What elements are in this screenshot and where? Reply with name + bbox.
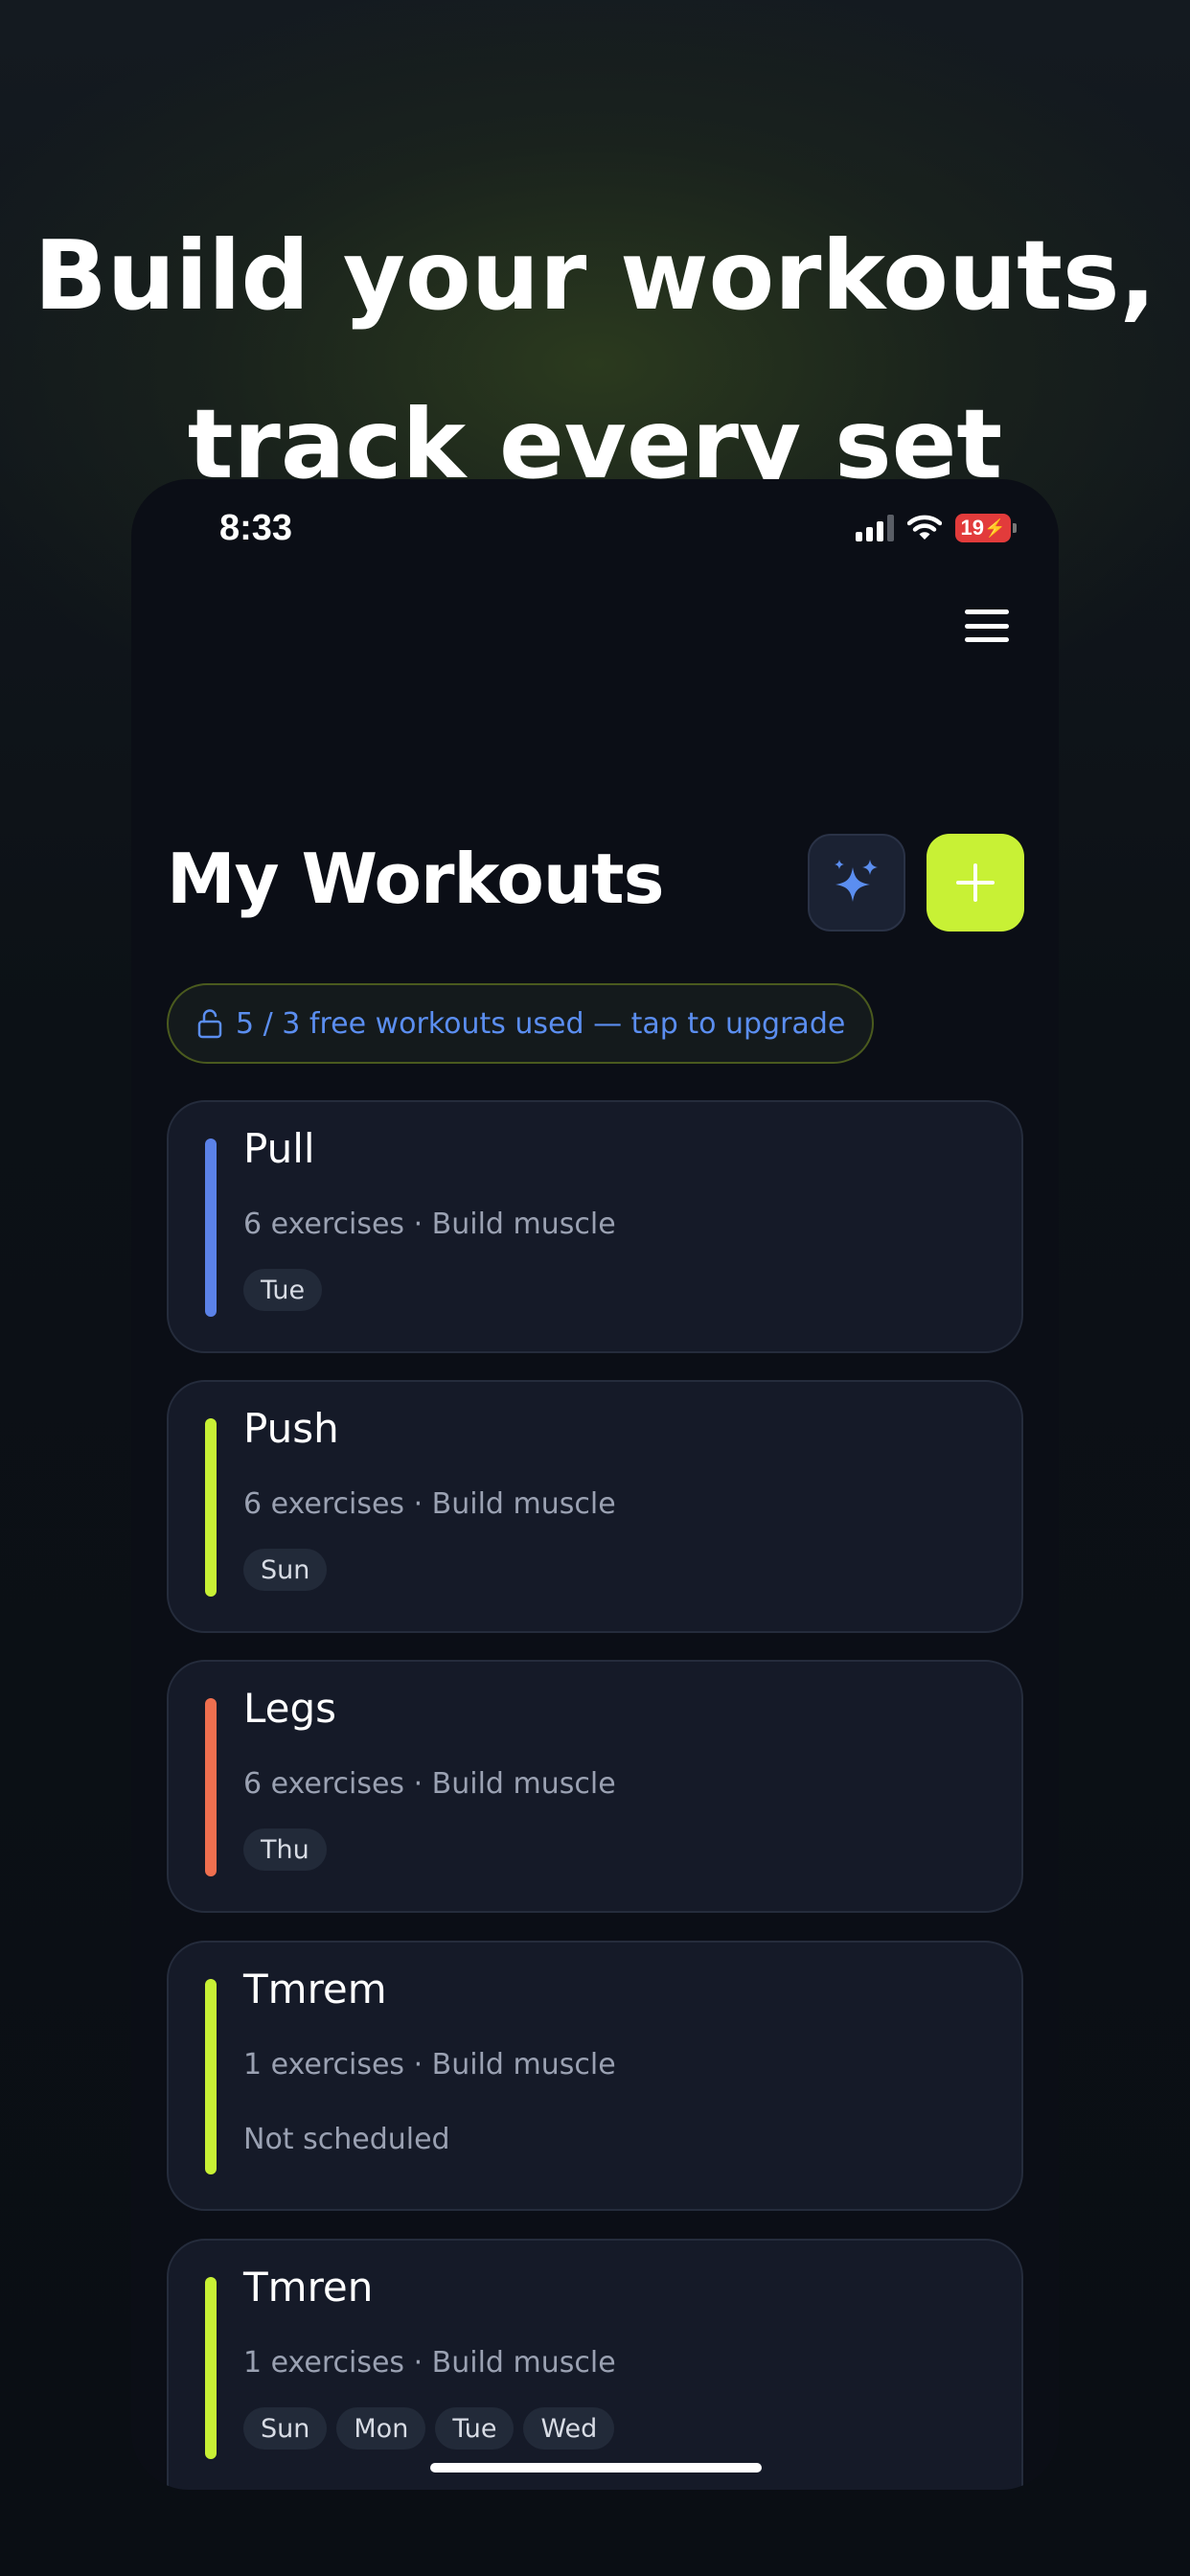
- card-accent-bar: [205, 1138, 217, 1317]
- page-title: My Workouts: [167, 839, 664, 919]
- day-chip: Wed: [523, 2407, 615, 2450]
- workout-card-tmrem[interactable]: Tmrem 1 exercises · Build muscle Not sch…: [167, 1941, 1023, 2211]
- day-chip: Tue: [435, 2407, 515, 2450]
- workout-meta: 6 exercises · Build muscle: [243, 1208, 616, 1241]
- schedule-days: Sun Mon Tue Wed: [243, 2407, 615, 2450]
- workout-name: Legs: [243, 1685, 337, 1732]
- workout-name: Tmren: [243, 2264, 374, 2311]
- workout-name: Push: [243, 1405, 339, 1452]
- ai-generate-button[interactable]: [808, 834, 905, 932]
- wifi-icon: [907, 515, 942, 540]
- day-chip: Thu: [243, 1828, 327, 1871]
- upgrade-banner[interactable]: 5 / 3 free workouts used — tap to upgrad…: [167, 983, 875, 1064]
- workout-card-tmren[interactable]: Tmren 1 exercises · Build muscle Sun Mon…: [167, 2239, 1023, 2490]
- unlock-icon: [197, 1009, 222, 1039]
- card-accent-bar: [205, 2277, 217, 2459]
- schedule-status: Not scheduled: [243, 2123, 450, 2156]
- workout-name: Pull: [243, 1125, 315, 1172]
- add-workout-button[interactable]: [927, 834, 1024, 932]
- workout-meta: 6 exercises · Build muscle: [243, 1487, 616, 1521]
- status-icons: 19 ⚡: [856, 514, 1017, 542]
- day-chip: Mon: [336, 2407, 426, 2450]
- schedule-days: Sun: [243, 1549, 328, 1591]
- hamburger-menu-icon[interactable]: [965, 610, 1009, 642]
- headline-line-1: Build your workouts,: [34, 219, 1156, 332]
- sparkles-icon: [835, 860, 878, 902]
- upgrade-text: 5 / 3 free workouts used — tap to upgrad…: [236, 1006, 846, 1041]
- card-accent-bar: [205, 1979, 217, 2174]
- schedule-days: Thu: [243, 1828, 327, 1871]
- workout-card-push[interactable]: Push 6 exercises · Build muscle Sun: [167, 1380, 1023, 1633]
- phone-screen: 8:33 19 ⚡ My Workouts 5 / 3 free workout…: [131, 479, 1059, 2490]
- status-time: 8:33: [219, 508, 293, 548]
- workout-name: Tmrem: [243, 1966, 387, 2012]
- card-accent-bar: [205, 1418, 217, 1597]
- plus-icon: [956, 863, 995, 902]
- cellular-signal-icon: [856, 515, 894, 541]
- home-indicator[interactable]: [430, 2463, 762, 2472]
- workout-meta: 1 exercises · Build muscle: [243, 2346, 616, 2380]
- card-accent-bar: [205, 1698, 217, 1876]
- battery-level: 19: [960, 516, 985, 540]
- day-chip: Tue: [243, 1269, 323, 1311]
- workout-card-pull[interactable]: Pull 6 exercises · Build muscle Tue: [167, 1100, 1023, 1353]
- workout-card-legs[interactable]: Legs 6 exercises · Build muscle Thu: [167, 1660, 1023, 1913]
- battery-icon: 19 ⚡: [955, 514, 1017, 542]
- schedule-days: Tue: [243, 1269, 323, 1311]
- day-chip: Sun: [243, 2407, 328, 2450]
- workout-meta: 6 exercises · Build muscle: [243, 1767, 616, 1801]
- workout-meta: 1 exercises · Build muscle: [243, 2048, 616, 2082]
- day-chip: Sun: [243, 1549, 328, 1591]
